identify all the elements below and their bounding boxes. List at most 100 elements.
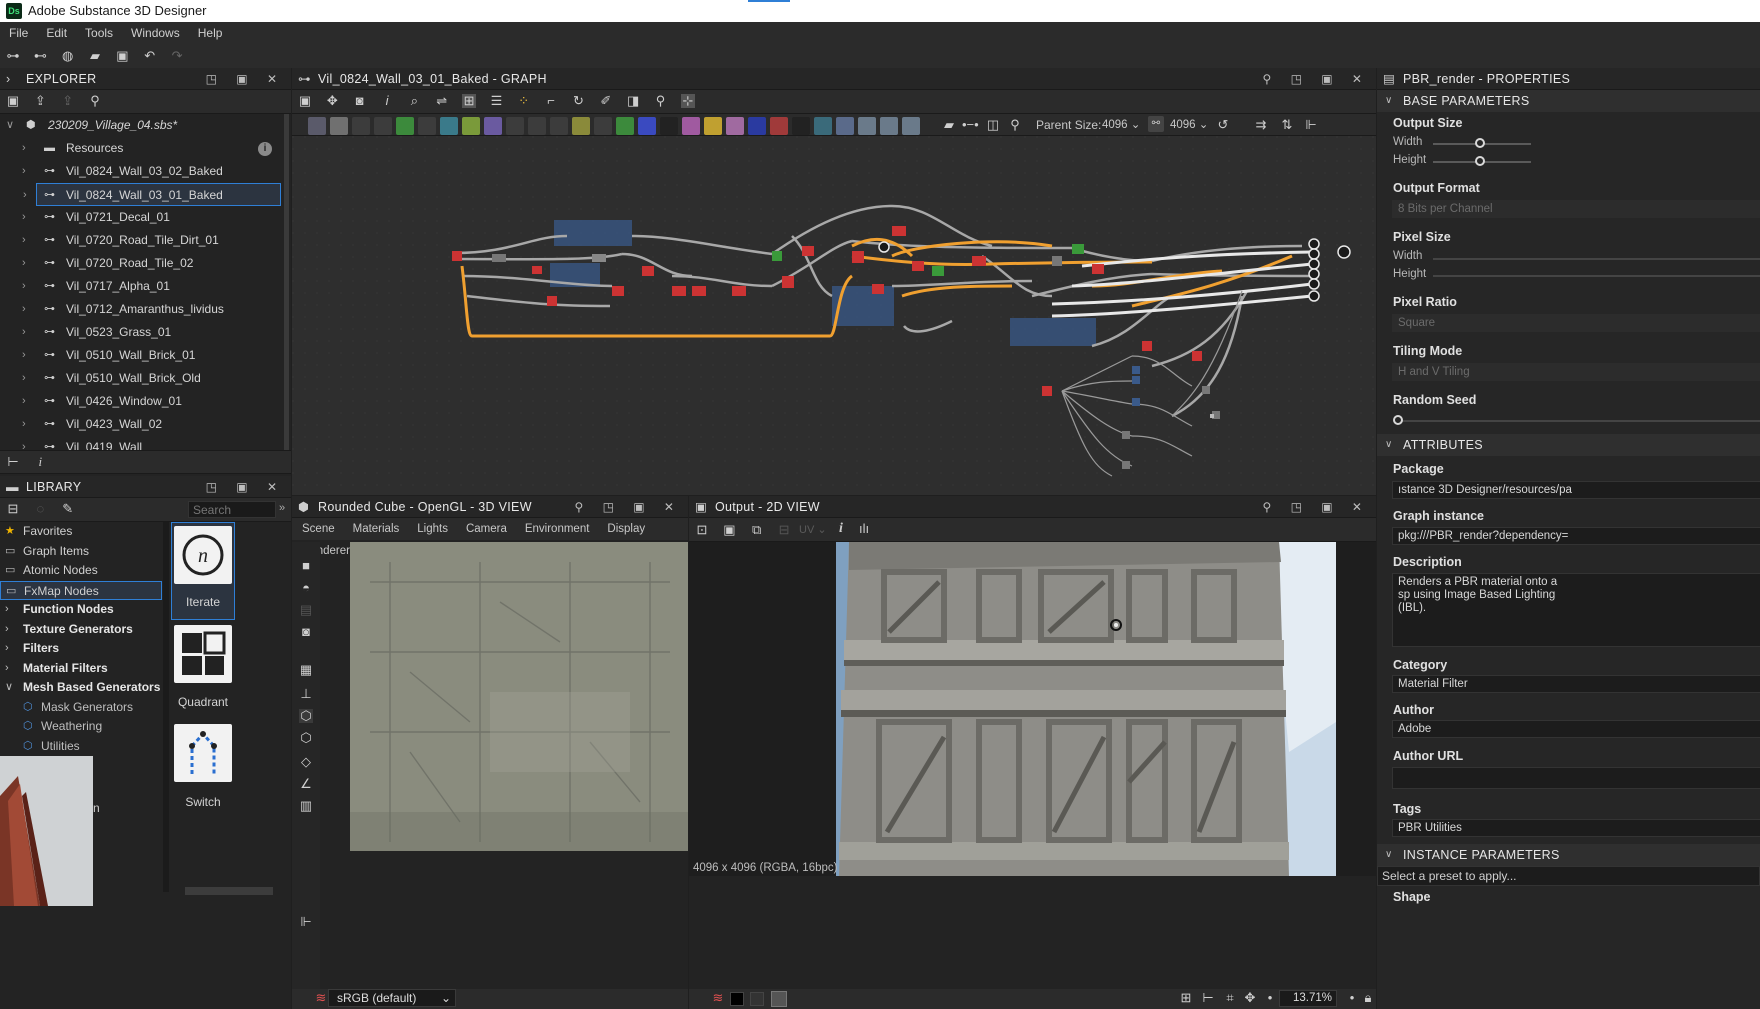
lib-filters[interactable]: › Filters	[0, 639, 162, 658]
layout-icon[interactable]: ⊞	[462, 94, 477, 108]
tree-item-graph[interactable]: › ⊶ Vil_0510_Wall_Brick_Old	[0, 367, 284, 390]
preset-select[interactable]: Select a preset to apply...	[1377, 866, 1760, 886]
info-icon[interactable]: i	[380, 94, 394, 108]
info-italic-icon[interactable]: i	[33, 455, 47, 469]
random-seed-slider[interactable]	[1397, 420, 1760, 422]
input-icon[interactable]	[858, 117, 876, 135]
gray-swatch-icon[interactable]	[750, 992, 764, 1006]
fit-icon[interactable]: ⊡	[695, 523, 709, 537]
levels-icon[interactable]	[550, 117, 568, 135]
link-size-icon[interactable]: ⚯	[1148, 116, 1164, 132]
blend-drop-icon[interactable]	[352, 117, 370, 135]
histogram-icon[interactable]	[616, 117, 634, 135]
author-field[interactable]: Adobe	[1392, 720, 1760, 738]
chevron-right-icon[interactable]: ›	[22, 367, 26, 390]
lock-icon[interactable]: 🔒︎	[1361, 991, 1375, 1005]
chevron-right-icon[interactable]: »	[279, 502, 285, 514]
pixel-processor-icon[interactable]	[792, 117, 810, 135]
tiling-mode-select[interactable]: H and V Tiling	[1392, 363, 1760, 381]
panel-controls-icon[interactable]: ◳ ▣ ✕	[206, 68, 285, 90]
tree-item-graph[interactable]: › ⊶ Vil_0717_Alpha_01	[0, 275, 284, 298]
light-icon[interactable]: ◓	[299, 581, 313, 595]
chevron-right-icon[interactable]: ›	[22, 275, 26, 298]
lib-graph-items[interactable]: ▭ Graph Items	[0, 542, 162, 561]
histogram-icon[interactable]: ılı	[859, 521, 869, 536]
tree-item-graph[interactable]: › ⊶ Vil_0721_Decal_01	[0, 206, 284, 229]
menu-tools[interactable]: Tools	[76, 22, 122, 44]
warp-icon[interactable]	[682, 117, 700, 135]
chevron-down-icon[interactable]: ∨	[6, 114, 14, 137]
black-swatch-icon[interactable]	[730, 992, 744, 1006]
map-icon[interactable]	[814, 117, 832, 135]
curve-icon[interactable]	[396, 117, 414, 135]
lib-atomic-nodes[interactable]: ▭ Atomic Nodes	[0, 561, 162, 580]
info-icon[interactable]: i	[839, 521, 843, 537]
frame-node-icon[interactable]	[902, 117, 920, 135]
paint-icon[interactable]	[770, 117, 788, 135]
node-frame[interactable]	[1010, 318, 1096, 346]
undo-icon[interactable]: ↶	[143, 49, 157, 63]
plane-icon[interactable]: ◇	[299, 755, 313, 769]
chevron-right-icon[interactable]: ›	[5, 620, 9, 639]
redo-icon[interactable]: ↷	[170, 49, 184, 63]
axis-icon[interactable]: ⊥	[299, 687, 313, 701]
new-graph-icon[interactable]: ⊶	[6, 49, 20, 63]
angle-icon[interactable]: ∠	[299, 777, 313, 791]
chevron-right-icon[interactable]: ›	[22, 390, 26, 413]
copy-icon[interactable]: ⧉	[750, 523, 764, 537]
chevron-right-icon[interactable]: ›	[5, 659, 9, 678]
save-icon[interactable]: ▣	[115, 49, 129, 63]
section-base-parameters[interactable]: ∨ BASE PARAMETERS	[1377, 90, 1760, 112]
package-field[interactable]: ıstance 3D Designer/resources/pa	[1392, 481, 1760, 499]
pan-icon[interactable]: ✥	[1243, 991, 1257, 1005]
chevron-right-icon[interactable]: ›	[22, 252, 26, 275]
pin-node-icon[interactable]: •−•	[962, 118, 979, 132]
user-icon[interactable]: ⚲	[653, 94, 667, 108]
lib-favorites[interactable]: ★ Favorites	[0, 522, 162, 541]
chevron-down-icon[interactable]: ∨	[5, 678, 13, 697]
chevron-right-icon[interactable]: ›	[22, 206, 26, 229]
tool-icon[interactable]: ✐	[599, 94, 613, 108]
tree-item-graph[interactable]: › ⊶ Vil_0712_Amaranthus_lividus	[0, 298, 284, 321]
exposed-icon[interactable]: ⇉	[1254, 118, 1268, 132]
lib-mesh-based-generators[interactable]: ∨ Mesh Based Generators	[0, 678, 162, 697]
section-instance-parameters[interactable]: ∨ INSTANCE PARAMETERS	[1377, 844, 1760, 866]
library-search-input[interactable]	[188, 501, 276, 518]
ruler-icon[interactable]: ⊢	[1201, 991, 1215, 1005]
save-package-icon[interactable]: ▣	[6, 94, 20, 108]
hierarchy-icon[interactable]: ⊩	[299, 915, 313, 929]
screenshot-icon[interactable]: ◙	[299, 625, 313, 639]
tree-item-graph[interactable]: › ⊶ Vil_0419_Wall	[0, 436, 284, 450]
hsl-icon[interactable]	[484, 117, 502, 135]
lib-utilities[interactable]: ⬡ Utilities	[0, 737, 162, 756]
menu-file[interactable]: File	[0, 22, 37, 44]
pixel-width-slider[interactable]	[1433, 258, 1760, 260]
gradient-icon[interactable]	[462, 117, 480, 135]
tree-item-resources[interactable]: › ▬ Resources i	[0, 137, 284, 160]
chevron-right-icon[interactable]: ›	[22, 321, 26, 344]
emboss-icon[interactable]	[528, 117, 546, 135]
env-icon[interactable]: ▤	[299, 603, 313, 617]
description-field[interactable]: Renders a PBR material onto a sp using I…	[1392, 573, 1570, 647]
lib-texture-generators[interactable]: › Texture Generators	[0, 620, 162, 639]
preview-icon[interactable]: ◨	[626, 94, 640, 108]
search-icon[interactable]: ⌕	[407, 94, 421, 108]
chevron-right-icon[interactable]: ›	[22, 137, 26, 160]
3d-viewport[interactable]	[350, 542, 688, 851]
tree-item-graph[interactable]: › ⊶ Vil_0824_Wall_03_02_Baked	[0, 160, 284, 183]
parent-size-select[interactable]: 4096 ⌄	[1102, 117, 1140, 131]
library-h-scrollbar[interactable]	[185, 887, 273, 895]
chart-icon[interactable]: ▥	[299, 799, 313, 813]
tree-item-graph[interactable]: › ⊶ Vil_0423_Wall_02	[0, 413, 284, 436]
random-seed-knob[interactable]	[1393, 415, 1403, 425]
tree-item-graph[interactable]: › ⊶ Vil_0720_Road_Tile_Dirt_01	[0, 229, 284, 252]
tags-field[interactable]: PBR Utilities	[1392, 819, 1760, 837]
layers-icon[interactable]: ≋	[711, 991, 725, 1005]
size-select[interactable]: 4096 ⌄	[1170, 117, 1208, 131]
tab-display[interactable]: Display	[598, 518, 654, 540]
tab-camera[interactable]: Camera	[457, 518, 516, 540]
output-format-select[interactable]: 8 Bits per Channel	[1392, 200, 1760, 218]
quadrant-node-thumbnail[interactable]	[174, 625, 232, 683]
lib-function-nodes[interactable]: › Function Nodes	[0, 600, 162, 619]
grid-icon[interactable]: ⊹	[680, 94, 695, 108]
